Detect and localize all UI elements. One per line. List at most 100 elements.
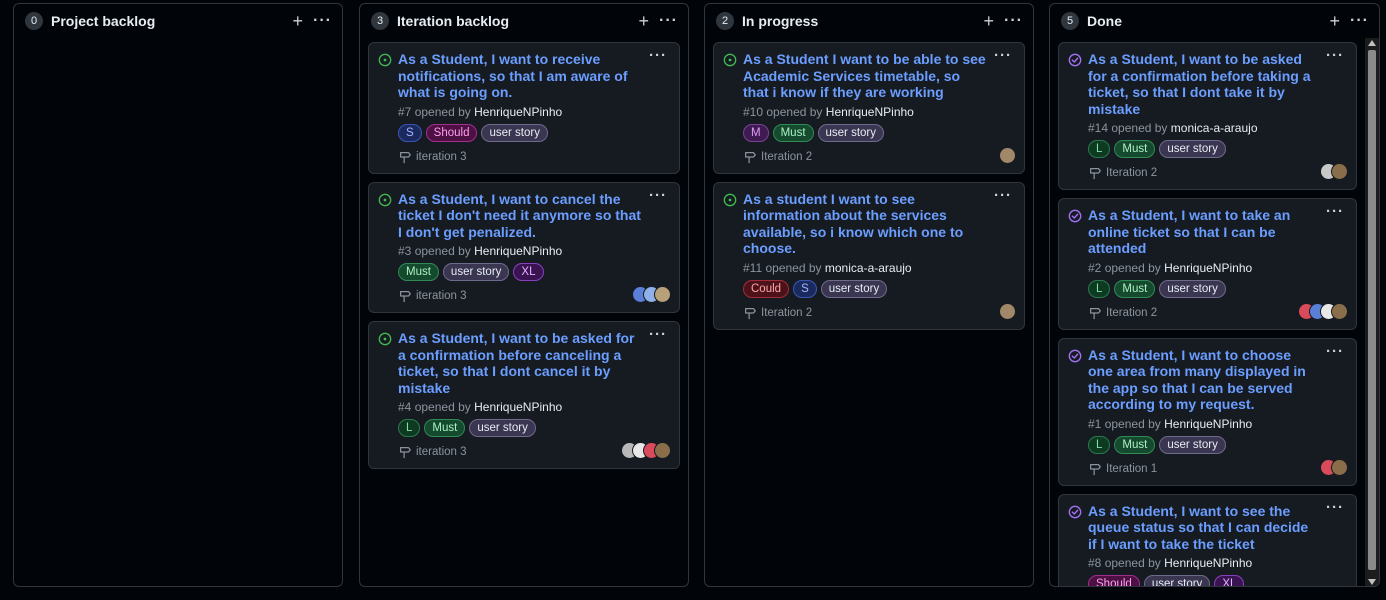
card-menu-button[interactable]: ··· [994, 187, 1012, 204]
author-link[interactable]: monica-a-araujo [825, 261, 912, 275]
author-link[interactable]: HenriqueNPinho [474, 105, 562, 119]
iteration-signpost-icon [400, 447, 411, 459]
label-list: L Must user story [398, 419, 669, 437]
author-link[interactable]: HenriqueNPinho [474, 244, 562, 258]
iteration-signpost-icon [1090, 168, 1101, 180]
column-scrollbar[interactable] [1365, 38, 1379, 586]
label-l[interactable]: L [1088, 279, 1111, 298]
assignee-avatars[interactable] [632, 286, 671, 303]
label-must[interactable]: Must [398, 263, 439, 281]
issue-title-link[interactable]: As a Student, I want to choose one area … [1088, 347, 1346, 413]
card-menu-button[interactable]: ··· [1326, 499, 1344, 516]
author-link[interactable]: HenriqueNPinho [1164, 417, 1252, 431]
label-story[interactable]: user story [1159, 279, 1226, 298]
assignee-avatars[interactable] [1298, 302, 1348, 320]
issue-card[interactable]: As a Student, I want to see the queue st… [1058, 493, 1357, 586]
assignee-avatars[interactable] [999, 302, 1016, 320]
label-must[interactable]: Must [1114, 279, 1156, 298]
issue-title-link[interactable]: As a Student, I want to receive notifica… [398, 51, 669, 101]
label-story[interactable]: user story [820, 279, 888, 298]
add-item-button[interactable]: + [639, 12, 650, 30]
label-list: M Must user story [743, 123, 1014, 142]
add-item-button[interactable]: + [293, 12, 304, 30]
issue-meta: #14 opened by monica-a-araujo [1088, 121, 1346, 135]
issue-card[interactable]: As a Student, I want to take an online t… [1058, 198, 1357, 330]
card-menu-button[interactable]: ··· [994, 47, 1012, 64]
author-link[interactable]: HenriqueNPinho [1164, 556, 1252, 570]
card-menu-button[interactable]: ··· [649, 47, 667, 64]
issue-card[interactable]: As a Student, I want to be asked for a c… [1058, 42, 1357, 190]
label-xl[interactable]: XL [513, 263, 544, 281]
card-menu-button[interactable]: ··· [1326, 343, 1344, 360]
column-title: Project backlog [51, 13, 156, 29]
label-must[interactable]: Must [1114, 435, 1156, 454]
iteration-value: Iteration 2 [1106, 167, 1158, 179]
label-must[interactable]: Must [772, 123, 814, 142]
scroll-thumb[interactable] [1368, 50, 1376, 570]
card-menu-button[interactable]: ··· [1326, 47, 1344, 64]
author-link[interactable]: HenriqueNPinho [474, 400, 562, 414]
add-item-button[interactable]: + [984, 12, 995, 30]
label-story[interactable]: user story [469, 419, 536, 437]
author-link[interactable]: HenriqueNPinho [1164, 261, 1252, 275]
column-menu-button[interactable]: ··· [1004, 12, 1023, 30]
label-xl[interactable]: XL [1214, 575, 1245, 586]
issue-card[interactable]: As a Student I want to be able to see Ac… [713, 42, 1025, 174]
opened-by-text: opened by [1104, 260, 1161, 275]
label-must[interactable]: Must [424, 419, 466, 437]
iteration-value: iteration 3 [416, 150, 467, 163]
issue-title-link[interactable]: As a Student, I want to see the queue st… [1088, 503, 1346, 553]
label-l[interactable]: L [1088, 140, 1111, 158]
card-menu-button[interactable]: ··· [649, 187, 667, 204]
issue-card[interactable]: As a student I want to see information a… [713, 181, 1025, 330]
scroll-down-arrow-icon[interactable] [1368, 579, 1376, 585]
column-header: 0 Project backlog + ··· [14, 4, 342, 38]
avatar [999, 302, 1016, 320]
add-item-button[interactable]: + [1330, 12, 1341, 30]
label-must[interactable]: Must [1114, 140, 1156, 158]
issue-card[interactable]: As a Student, I want to be asked for a c… [368, 321, 680, 469]
issue-number: #2 [1088, 260, 1102, 275]
label-story[interactable]: user story [1159, 435, 1226, 454]
label-m[interactable]: M [743, 123, 769, 142]
label-should[interactable]: Should [1088, 575, 1140, 586]
label-story[interactable]: user story [442, 263, 510, 281]
card-menu-button[interactable]: ··· [649, 326, 667, 343]
assignee-avatars[interactable] [999, 146, 1016, 164]
column-menu-button[interactable]: ··· [1350, 12, 1369, 30]
issue-title-link[interactable]: As a student I want to see information a… [743, 191, 1014, 257]
issue-title-link[interactable]: As a Student I want to be able to see Ac… [743, 51, 1014, 101]
label-story[interactable]: user story [817, 123, 885, 142]
author-link[interactable]: monica-a-araujo [1171, 121, 1258, 135]
issue-card[interactable]: As a Student, I want to choose one area … [1058, 337, 1357, 486]
column-menu-button[interactable]: ··· [313, 12, 332, 30]
issue-card[interactable]: As a Student, I want to cancel the ticke… [368, 181, 680, 313]
column-menu-button[interactable]: ··· [659, 12, 678, 30]
issue-closed-icon [1068, 53, 1082, 67]
label-l[interactable]: L [1088, 435, 1111, 454]
label-story[interactable]: user story [481, 123, 548, 142]
label-should[interactable]: Should [425, 123, 478, 142]
author-link[interactable]: HenriqueNPinho [826, 105, 914, 119]
card-menu-button[interactable]: ··· [1326, 203, 1344, 220]
assignee-avatars[interactable] [1320, 163, 1348, 180]
column-iteration-backlog: 3 Iteration backlog + ··· As a Student, I wa… [359, 3, 689, 587]
label-l[interactable]: L [398, 419, 421, 437]
assignee-avatars[interactable] [1320, 458, 1348, 476]
iteration-signpost-icon [400, 151, 411, 163]
label-s[interactable]: S [398, 123, 422, 142]
issue-title-link[interactable]: As a Student, I want to take an online t… [1088, 207, 1346, 257]
issue-card[interactable]: As a Student, I want to receive notifica… [368, 42, 680, 174]
scroll-up-arrow-icon[interactable] [1368, 40, 1376, 46]
issue-title-link[interactable]: As a Student, I want to be asked for a c… [398, 330, 669, 396]
label-could[interactable]: Could [743, 279, 790, 298]
column-header: 2 In progress + ··· [705, 4, 1033, 38]
issue-title-link[interactable]: As a Student, I want to cancel the ticke… [398, 191, 669, 241]
iteration-signpost-icon [745, 151, 756, 163]
issue-title-link[interactable]: As a Student, I want to be asked for a c… [1088, 51, 1346, 117]
label-s[interactable]: S [793, 279, 817, 298]
label-story[interactable]: user story [1143, 575, 1211, 586]
label-story[interactable]: user story [1159, 140, 1226, 158]
assignee-avatars[interactable] [621, 442, 671, 459]
column-header: 5 Done + ··· [1050, 4, 1379, 38]
